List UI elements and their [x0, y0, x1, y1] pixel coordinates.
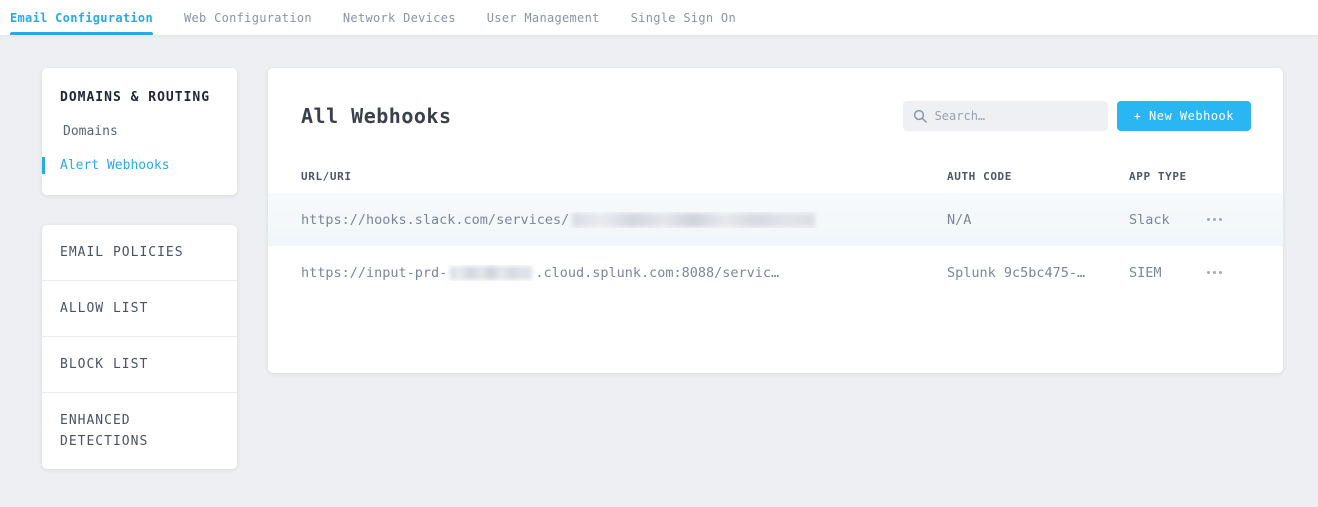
webhook-url-prefix: https://input-prd-	[301, 265, 447, 281]
search-icon	[913, 109, 927, 123]
table-row: https://hooks.slack.com/services/ N/A Sl…	[268, 193, 1283, 246]
redacted-url-segment	[450, 266, 532, 280]
auth-code-cell: N/A	[947, 212, 1129, 228]
header-actions: + New Webhook	[903, 101, 1251, 131]
sidebar-item-enhanced-detections[interactable]: ENHANCED DETECTIONS	[42, 393, 237, 469]
table-header-row: URL/URI AUTH CODE APP TYPE	[268, 160, 1283, 193]
search-input[interactable]	[935, 109, 1098, 123]
sidebar-item-block-list[interactable]: BLOCK LIST	[42, 337, 237, 393]
webhooks-panel: All Webhooks + New Webhook URL/URI AUTH …	[268, 68, 1283, 373]
page-content: DOMAINS & ROUTING Domains Alert Webhooks…	[0, 36, 1318, 469]
page-title: All Webhooks	[301, 104, 452, 128]
column-header-auth-code: AUTH CODE	[947, 170, 1129, 183]
domains-routing-heading: DOMAINS & ROUTING	[42, 90, 237, 106]
tab-user-management[interactable]: User Management	[487, 0, 600, 35]
webhook-url-cell: https://hooks.slack.com/services/	[301, 212, 947, 228]
tab-email-configuration[interactable]: Email Configuration	[10, 0, 153, 35]
webhook-url-cell: https://input-prd- .cloud.splunk.com:808…	[301, 265, 947, 281]
sidebar: DOMAINS & ROUTING Domains Alert Webhooks…	[42, 68, 237, 469]
webhook-url-suffix: .cloud.splunk.com:8088/servic…	[535, 265, 779, 281]
sidebar-sections-card: EMAIL POLICIES ALLOW LIST BLOCK LIST ENH…	[42, 225, 237, 469]
tab-single-sign-on[interactable]: Single Sign On	[631, 0, 736, 35]
sidebar-item-domains[interactable]: Domains	[42, 123, 237, 140]
table-row: https://input-prd- .cloud.splunk.com:808…	[268, 246, 1283, 299]
new-webhook-button[interactable]: + New Webhook	[1117, 101, 1251, 131]
sidebar-item-email-policies[interactable]: EMAIL POLICIES	[42, 225, 237, 281]
webhooks-panel-header: All Webhooks + New Webhook	[268, 68, 1283, 160]
redacted-url-segment	[572, 213, 815, 227]
row-actions-menu-icon[interactable]	[1207, 265, 1231, 280]
domains-routing-card: DOMAINS & ROUTING Domains Alert Webhooks	[42, 68, 237, 195]
sidebar-item-alert-webhooks[interactable]: Alert Webhooks	[42, 157, 237, 174]
sidebar-item-allow-list[interactable]: ALLOW LIST	[42, 281, 237, 337]
tab-web-configuration[interactable]: Web Configuration	[184, 0, 312, 35]
row-actions-menu-icon[interactable]	[1207, 212, 1231, 227]
app-type-cell: SIEM	[1129, 265, 1207, 281]
column-header-url: URL/URI	[301, 170, 947, 183]
app-type-cell: Slack	[1129, 212, 1207, 228]
webhook-url-prefix: https://hooks.slack.com/services/	[301, 212, 569, 228]
tab-network-devices[interactable]: Network Devices	[343, 0, 456, 35]
search-box	[903, 101, 1108, 131]
top-navigation: Email Configuration Web Configuration Ne…	[0, 0, 1318, 36]
column-header-app-type: APP TYPE	[1129, 170, 1207, 183]
auth-code-cell: Splunk 9c5bc475-…	[947, 265, 1129, 281]
